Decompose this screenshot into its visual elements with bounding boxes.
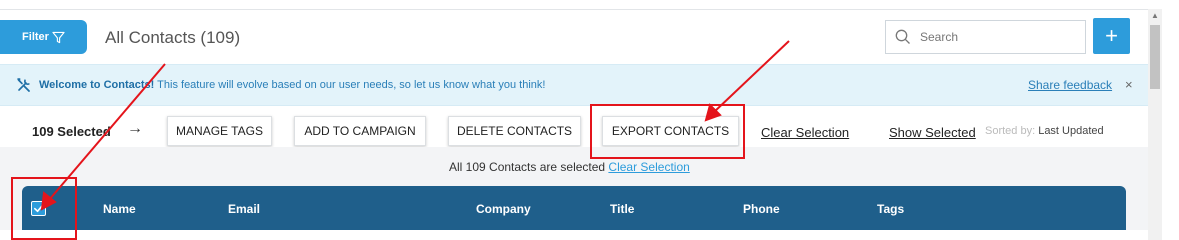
filter-button[interactable]: Filter [0,20,87,54]
search-field[interactable] [885,20,1086,54]
manage-tags-button[interactable]: MANAGE TAGS [167,116,272,146]
banner-message: Welcome to Contacts! This feature will e… [39,79,545,91]
filter-icon [52,31,65,43]
filter-button-label: Filter [22,31,49,43]
sort-control[interactable]: Sorted by: Last Updated [985,125,1104,137]
search-icon [895,29,910,44]
column-header-name[interactable]: Name [103,202,136,216]
plus-icon: + [1105,23,1118,48]
scrollbar-thumb[interactable] [1150,25,1160,89]
banner-title: Welcome to Contacts! [39,79,155,91]
vertical-scrollbar[interactable]: ▲ [1148,9,1162,240]
arrow-right-icon[interactable]: → [127,120,143,138]
close-icon[interactable]: × [1125,77,1133,92]
column-header-company[interactable]: Company [476,202,531,216]
show-selected-link[interactable]: Show Selected [889,125,976,140]
add-contact-button[interactable]: + [1093,18,1130,54]
column-header-email[interactable]: Email [228,202,260,216]
scroll-up-icon[interactable]: ▲ [1151,11,1159,20]
search-input[interactable] [920,30,1070,44]
page-title: All Contacts (109) [105,28,241,47]
clear-selection-link[interactable]: Clear Selection [761,125,849,140]
export-highlight-box [590,104,745,159]
column-header-title[interactable]: Title [610,202,634,216]
sort-label: Sorted by: [985,125,1036,137]
delete-contacts-button[interactable]: DELETE CONTACTS [448,116,581,146]
banner-body: This feature will evolve based on our us… [154,79,546,91]
add-to-campaign-button[interactable]: ADD TO CAMPAIGN [294,116,426,146]
sort-value: Last Updated [1035,125,1104,137]
checkbox-highlight-box [11,177,77,240]
selection-notice-text: All 109 Contacts are selected [449,160,609,174]
selection-notice: All 109 Contacts are selected Clear Sele… [449,160,690,174]
notice-clear-selection-link[interactable]: Clear Selection [608,160,689,174]
share-feedback-link[interactable]: Share feedback [1028,78,1112,92]
column-header-tags[interactable]: Tags [877,202,904,216]
column-header-phone[interactable]: Phone [743,202,780,216]
selected-count: 109 Selected [32,124,111,139]
tools-icon [17,78,30,92]
welcome-banner: Welcome to Contacts! This feature will e… [0,64,1148,106]
table-header: Name Email Company Title Phone Tags [22,186,1126,230]
